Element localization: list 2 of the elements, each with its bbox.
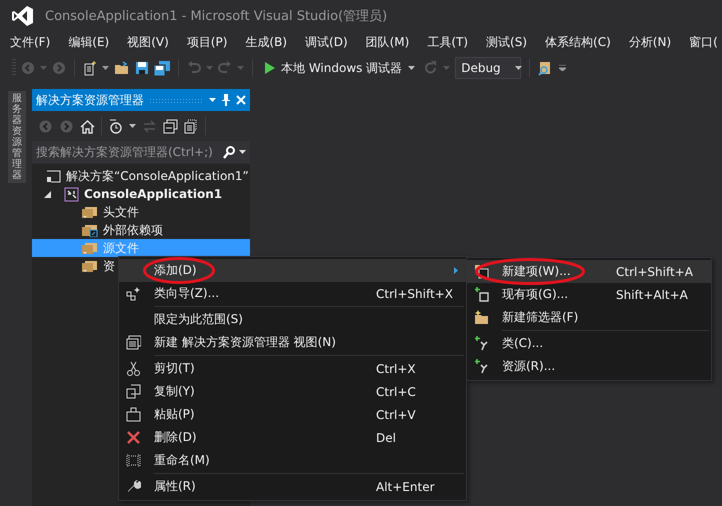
panel-title: 解决方案资源管理器 xyxy=(36,92,144,108)
window-title: ConsoleApplication1 - Microsoft Visual Studio(管理员) xyxy=(45,8,388,25)
